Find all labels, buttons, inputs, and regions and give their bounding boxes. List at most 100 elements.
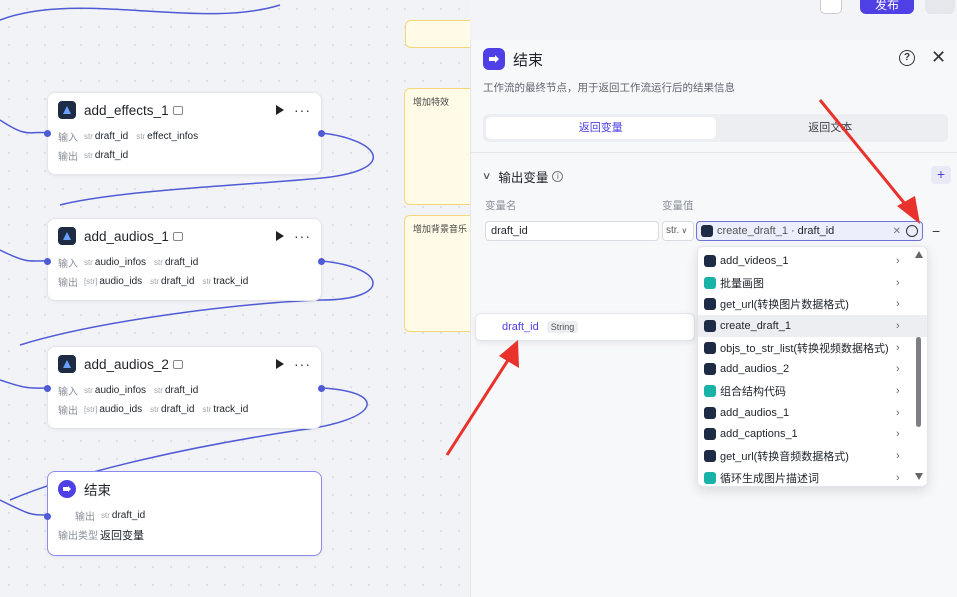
node-outputs: 输出 str draft_id (58, 150, 129, 163)
dropdown-item[interactable]: add_audios_2 › (698, 358, 927, 380)
end-icon (483, 48, 505, 70)
variable-name-input[interactable]: draft_id (485, 221, 659, 241)
dropdown-item[interactable]: 循环生成图片描述词 › (698, 467, 927, 486)
end-icon (58, 480, 76, 498)
code-icon (704, 276, 716, 289)
input-port[interactable] (44, 130, 51, 137)
output-port[interactable] (318, 385, 325, 392)
variable-picker-icon[interactable] (906, 225, 918, 237)
dropdown-item[interactable]: get_url(转换音频数据格式) › (698, 445, 927, 467)
dropdown-item[interactable]: add_captions_1 › (698, 424, 927, 446)
dropdown-item[interactable]: objs_to_str_list(转换视频数据格式) › (698, 337, 927, 359)
chevron-right-icon: › (896, 254, 900, 267)
section-header[interactable]: ∨ 输出变量 i (482, 167, 564, 186)
dropdown-item[interactable]: 批量画图 › (698, 272, 927, 294)
dropdown-item-label: add_audios_2 (720, 363, 790, 376)
output-port[interactable] (318, 258, 325, 265)
plugin-icon (704, 319, 716, 332)
node-config-panel: 结束 ? ✕ 工作流的最终节点，用于返回工作流运行后的结果信息 返回变量 返回文… (470, 40, 957, 597)
chevron-right-icon: › (896, 298, 900, 311)
chevron-right-icon: › (896, 450, 900, 463)
workflow-node[interactable]: add_audios_2 ··· 输入 str audio_infos str dr… (44, 346, 325, 429)
param: [str] audio_ids (84, 404, 143, 415)
param: str audio_infos (84, 385, 147, 396)
plugin-icon (58, 227, 76, 245)
tab-return-text[interactable]: 返回文本 (716, 117, 946, 139)
node-title: add_effects_1 (84, 102, 169, 118)
output-mode-tabs: 返回变量 返回文本 (483, 114, 948, 142)
node-outputs: 输出 [str] audio_ids str draft_id str track_i… (58, 404, 249, 417)
dropdown-item[interactable]: add_videos_1 › (698, 250, 927, 272)
dropdown-item-label: add_audios_1 (720, 406, 790, 419)
plugin-icon (58, 355, 76, 373)
suggestion-name: draft_id (502, 321, 539, 333)
plugin-icon (704, 428, 716, 441)
scroll-up-icon[interactable] (915, 251, 923, 258)
param: str draft_id (150, 276, 195, 287)
chevron-right-icon: › (896, 384, 900, 397)
dropdown-item-label: add_videos_1 (720, 254, 789, 267)
variable-reference-field[interactable]: create_draft_1 · draft_id ✕ (696, 221, 923, 241)
plugin-icon (704, 341, 716, 354)
param: str audio_infos (84, 257, 147, 268)
tab-return-variable[interactable]: 返回变量 (486, 117, 716, 139)
chevron-right-icon: › (896, 276, 900, 289)
dropdown-item[interactable]: add_audios_1 › (698, 402, 927, 424)
param: [str] audio_ids (84, 276, 143, 287)
share-icon[interactable] (750, 0, 772, 14)
node-outputs: 输出 [str] audio_ids str draft_id str track_i… (58, 276, 249, 289)
plugin-icon (704, 363, 716, 376)
dropdown-item[interactable]: get_url(转换图片数据格式) › (698, 293, 927, 315)
chevron-down-icon: ∨ (681, 226, 688, 235)
node-dropdown[interactable]: add_videos_1 › 批量画图 › get_url(转换图片数据格式) › crea… (697, 246, 928, 487)
dropdown-item[interactable]: create_draft_1 › (698, 315, 927, 337)
remove-variable-button[interactable]: − (932, 223, 940, 239)
param: str draft_id (154, 257, 199, 268)
more-icon[interactable]: ··· (294, 103, 311, 117)
plugin-icon (704, 298, 716, 311)
node-title: 结束 (84, 483, 111, 498)
code-icon (704, 471, 716, 484)
chevron-right-icon: › (896, 406, 900, 419)
info-icon[interactable]: i (552, 171, 564, 182)
dropdown-item[interactable]: 组合结构代码 › (698, 380, 927, 402)
workflow-canvas[interactable]: 增加特效 增加背景音乐 add_effects_1 ··· 输入 str draf… (0, 0, 470, 597)
value-type-select[interactable]: str. ∨ (662, 221, 694, 241)
chevron-down-icon[interactable]: ∨ (482, 171, 492, 182)
node-title: add_audios_1 (84, 228, 169, 244)
more-icon[interactable]: ··· (294, 357, 311, 371)
workflow-node[interactable]: add_audios_1 ··· 输入 str audio_infos str dr… (44, 218, 325, 301)
plugin-icon (704, 406, 716, 419)
clear-icon[interactable]: ✕ (893, 226, 901, 237)
help-icon[interactable]: ? (899, 50, 915, 66)
chevron-right-icon: › (896, 319, 900, 332)
input-port[interactable] (44, 513, 51, 520)
run-node-button[interactable] (276, 105, 284, 115)
more-icon[interactable]: ··· (294, 229, 311, 243)
publish-button[interactable]: 发布 (860, 0, 914, 14)
ref-variable-name: draft_id (797, 225, 835, 237)
dropdown-item-label: objs_to_str_list(转换视频数据格式) (720, 342, 889, 355)
close-icon[interactable]: ✕ (931, 48, 946, 66)
group-box-effects: 增加特效 (404, 88, 470, 205)
node-inputs: 输入 str audio_infos str draft_id (58, 257, 199, 270)
menu-icon[interactable] (925, 0, 955, 14)
run-node-button[interactable] (276, 359, 284, 369)
workflow-node[interactable]: add_effects_1 ··· 输入 str draft_id str effe… (44, 92, 325, 175)
user-icon[interactable] (820, 0, 842, 14)
code-icon (704, 384, 716, 397)
plugin-icon (704, 450, 716, 463)
output-port[interactable] (318, 130, 325, 137)
dropdown-item-label: 批量画图 (720, 277, 764, 290)
history-icon[interactable] (785, 0, 807, 14)
scroll-down-icon[interactable] (915, 473, 923, 480)
input-port[interactable] (44, 258, 51, 265)
input-port[interactable] (44, 385, 51, 392)
scrollbar[interactable] (916, 337, 921, 427)
variable-suggestion[interactable]: draft_id String (475, 313, 695, 341)
column-label-value: 变量值 (662, 200, 694, 212)
add-variable-button[interactable]: + (931, 166, 951, 184)
run-node-button[interactable] (276, 231, 284, 241)
end-node[interactable]: 结束 输出 str draft_id 输出类型 返回变量 (44, 471, 322, 556)
dropdown-item-label: get_url(转换图片数据格式) (720, 299, 849, 312)
